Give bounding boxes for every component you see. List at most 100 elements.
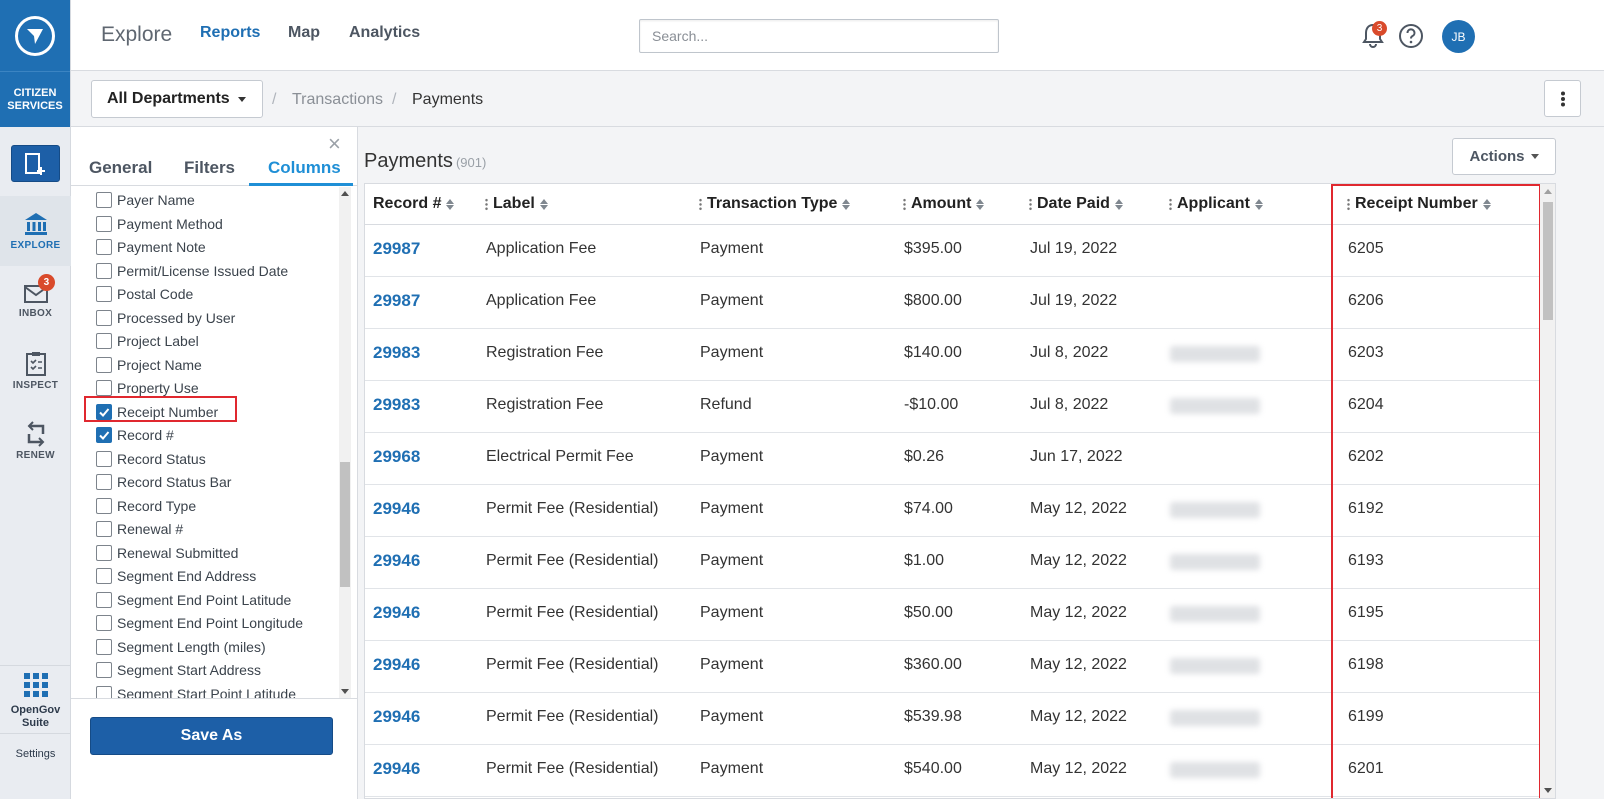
new-record-button[interactable] <box>10 145 60 182</box>
scroll-up-arrow[interactable] <box>1544 189 1552 194</box>
column-checkbox[interactable] <box>96 615 112 631</box>
column-checkbox[interactable] <box>96 215 112 232</box>
column-option[interactable]: Record # <box>96 424 174 446</box>
column-option[interactable]: Payment Note <box>96 236 206 258</box>
sort-icon[interactable] <box>842 198 851 210</box>
table-row[interactable]: 29946 Permit Fee (Residential) Payment $360… <box>365 641 1540 693</box>
column-option[interactable]: Segment End Point Latitude <box>96 589 291 611</box>
scroll-down-arrow[interactable] <box>341 689 349 694</box>
column-option[interactable]: Project Label <box>96 330 199 352</box>
rail-renew[interactable]: RENEW <box>0 406 71 476</box>
column-checkbox[interactable] <box>96 662 112 678</box>
record-link[interactable]: 29987 <box>373 239 420 259</box>
record-link[interactable]: 29983 <box>373 395 420 415</box>
search-input[interactable] <box>639 19 999 53</box>
rail-explore[interactable]: EXPLORE <box>0 196 71 266</box>
drag-handle-icon[interactable] <box>699 197 702 211</box>
scroll-thumb[interactable] <box>1543 202 1553 320</box>
record-link[interactable]: 29983 <box>373 343 420 363</box>
column-checkbox[interactable] <box>96 309 112 326</box>
table-row[interactable]: 29946 Permit Fee (Residential) Payment $50.… <box>365 589 1540 641</box>
tab-general[interactable]: General <box>89 158 152 178</box>
table-row[interactable]: 29987 Application Fee Payment $800.00 Jul 19… <box>365 277 1540 329</box>
column-option[interactable]: Segment Start Address <box>96 659 261 681</box>
column-checkbox[interactable] <box>96 262 112 279</box>
rail-inspect[interactable]: INSPECT <box>0 336 71 406</box>
record-link[interactable]: 29968 <box>373 447 420 467</box>
record-link[interactable]: 29946 <box>373 551 420 571</box>
column-checkbox[interactable] <box>96 544 112 561</box>
column-option[interactable]: Segment Length (miles) <box>96 636 266 658</box>
drag-handle-icon[interactable] <box>1169 197 1172 211</box>
column-option[interactable]: Payment Method <box>96 213 223 235</box>
column-checkbox[interactable] <box>96 333 112 349</box>
column-checkbox[interactable] <box>96 685 112 698</box>
sort-icon[interactable] <box>976 198 985 210</box>
column-checkbox[interactable] <box>96 591 112 608</box>
tab-columns[interactable]: Columns <box>268 158 341 178</box>
actions-button[interactable]: Actions <box>1452 138 1556 175</box>
sort-icon[interactable] <box>446 198 455 210</box>
column-option[interactable]: Processed by User <box>96 307 235 329</box>
nav-analytics[interactable]: Analytics <box>349 24 420 42</box>
column-checkbox[interactable] <box>96 239 112 255</box>
more-options-button[interactable] <box>1544 80 1581 117</box>
column-option[interactable]: Renewal # <box>96 518 183 540</box>
record-link[interactable]: 29946 <box>373 655 420 675</box>
column-checkbox[interactable] <box>96 356 112 373</box>
column-option[interactable]: Segment End Point Longitude <box>96 612 303 634</box>
column-checkbox[interactable] <box>96 568 112 584</box>
close-icon[interactable]: × <box>328 131 341 157</box>
column-option[interactable]: Permit/License Issued Date <box>96 260 288 282</box>
column-option[interactable]: Project Name <box>96 354 202 376</box>
column-checkbox[interactable] <box>96 450 112 467</box>
table-scrollbar[interactable] <box>1540 184 1555 798</box>
table-row[interactable]: 29946 Permit Fee (Residential) Payment $1.0… <box>365 537 1540 589</box>
record-link[interactable]: 29946 <box>373 499 420 519</box>
column-header-applicant[interactable]: Applicant <box>1169 184 1263 224</box>
sort-icon[interactable] <box>1482 198 1491 210</box>
rail-inbox[interactable]: 3 INBOX <box>0 266 71 336</box>
table-row[interactable]: 29983 Registration Fee Refund -$10.00 Jul 8,… <box>365 381 1540 433</box>
save-as-button[interactable]: Save As <box>90 717 333 755</box>
scroll-down-arrow[interactable] <box>1544 788 1552 793</box>
record-link[interactable]: 29946 <box>373 603 420 623</box>
record-link[interactable]: 29987 <box>373 291 420 311</box>
table-row[interactable]: 29946 Permit Fee (Residential) Payment $539… <box>365 693 1540 745</box>
table-row[interactable]: 29983 Registration Fee Payment $140.00 Jul 8… <box>365 329 1540 381</box>
column-checkbox[interactable] <box>96 192 112 208</box>
nav-reports[interactable]: Reports <box>200 24 260 42</box>
sort-icon[interactable] <box>1254 198 1263 210</box>
breadcrumb-transactions[interactable]: Transactions <box>292 91 383 109</box>
app-logo[interactable] <box>0 0 70 71</box>
record-link[interactable]: 29946 <box>373 759 420 779</box>
column-option[interactable]: Record Status <box>96 448 206 470</box>
sort-icon[interactable] <box>539 198 548 210</box>
nav-map[interactable]: Map <box>288 24 320 42</box>
column-option[interactable]: Payer Name <box>96 189 195 211</box>
scroll-thumb[interactable] <box>340 462 350 587</box>
column-checkbox[interactable] <box>96 521 112 537</box>
drag-handle-icon[interactable] <box>903 197 906 211</box>
drag-handle-icon[interactable] <box>1347 197 1350 211</box>
column-checkbox[interactable] <box>96 427 112 443</box>
column-header-transaction-type[interactable]: Transaction Type <box>699 184 851 224</box>
drag-handle-icon[interactable] <box>1029 197 1032 211</box>
column-checkbox[interactable] <box>96 638 112 655</box>
columns-scrollbar[interactable] <box>339 187 351 698</box>
column-header-record[interactable]: Record # <box>373 184 455 224</box>
column-checkbox[interactable] <box>96 286 112 302</box>
column-checkbox[interactable] <box>96 380 112 396</box>
user-avatar[interactable]: JB <box>1442 20 1475 53</box>
opengov-suite-launcher[interactable]: OpenGov Suite <box>0 665 71 733</box>
table-row[interactable]: 29968 Electrical Permit Fee Payment $0.26 Ju… <box>365 433 1540 485</box>
table-row[interactable]: 29946 Permit Fee (Residential) Payment $540… <box>365 745 1540 797</box>
column-checkbox[interactable] <box>96 474 112 490</box>
column-header-amount[interactable]: Amount <box>903 184 985 224</box>
settings-link[interactable]: Settings <box>0 733 71 777</box>
tab-filters[interactable]: Filters <box>184 158 235 178</box>
record-link[interactable]: 29946 <box>373 707 420 727</box>
column-header-label[interactable]: Label <box>485 184 548 224</box>
column-option[interactable]: Segment Start Point Latitude <box>96 683 296 698</box>
column-header-date-paid[interactable]: Date Paid <box>1029 184 1123 224</box>
